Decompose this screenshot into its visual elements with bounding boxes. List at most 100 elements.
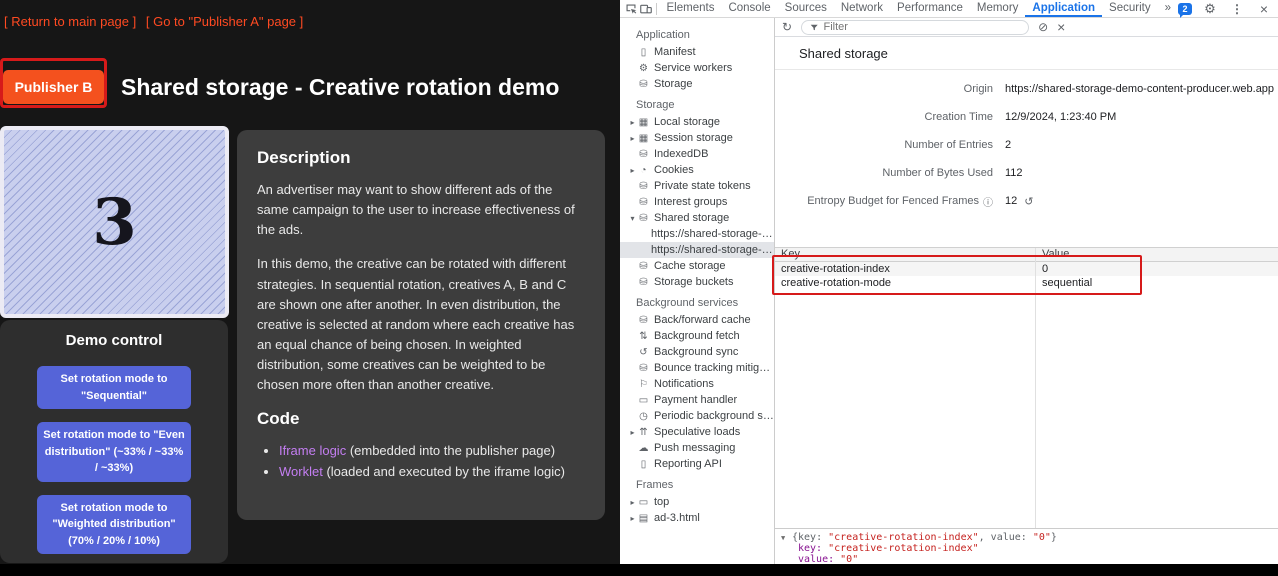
- tab-memory[interactable]: Memory: [970, 0, 1026, 17]
- application-sidebar: Application Manifest Service workers Sto…: [620, 18, 775, 564]
- info-icon: [983, 194, 993, 209]
- worklet-link[interactable]: Worklet: [279, 464, 323, 479]
- sidebar-item-background-fetch[interactable]: Background fetch: [620, 328, 774, 344]
- sidebar-item-reporting-api[interactable]: Reporting API: [620, 456, 774, 472]
- set-weighted-distribution-button[interactable]: Set rotation mode to "Weighted distribut…: [37, 495, 191, 555]
- meta-row-entries: Number of Entries 2: [775, 131, 1278, 159]
- sidebar-item-storage-buckets[interactable]: Storage buckets: [620, 274, 774, 290]
- table-icon: [637, 117, 650, 128]
- sidebar-item-frame-ad3[interactable]: ad-3.html: [620, 510, 774, 526]
- preview-prop-value: value: "0": [781, 554, 1278, 564]
- issues-counter-icon[interactable]: 2: [1178, 3, 1192, 15]
- sidebar-item-frame-top[interactable]: top: [620, 494, 774, 510]
- database-icon: [637, 363, 650, 374]
- table-row-rotation-mode[interactable]: creative-rotation-mode sequential: [775, 276, 1278, 290]
- close-devtools-icon[interactable]: [1255, 1, 1273, 17]
- sidebar-item-back-forward-cache[interactable]: Back/forward cache: [620, 312, 774, 328]
- list-item: Iframe logic (embedded into the publishe…: [279, 441, 585, 462]
- chevron-right-icon[interactable]: [628, 498, 637, 507]
- column-header-value[interactable]: Value: [1035, 248, 1278, 261]
- sidebar-item-storage[interactable]: Storage: [620, 76, 774, 92]
- refresh-icon[interactable]: [782, 20, 792, 34]
- tab-application[interactable]: Application: [1025, 0, 1102, 17]
- frame-icon: [637, 497, 650, 508]
- database-icon: [637, 149, 650, 160]
- sidebar-item-local-storage[interactable]: Local storage: [620, 114, 774, 130]
- sidebar-item-cache-storage[interactable]: Cache storage: [620, 258, 774, 274]
- set-even-distribution-button[interactable]: Set rotation mode to "Even distribution"…: [37, 422, 191, 482]
- panel-toolbar: [775, 18, 1278, 37]
- tab-performance[interactable]: Performance: [890, 0, 970, 17]
- settings-gear-icon[interactable]: [1201, 1, 1219, 17]
- storage-data-grid: Key Value creative-rotation-index 0 crea…: [775, 247, 1278, 528]
- delete-selected-icon[interactable]: [1057, 19, 1065, 35]
- column-divider[interactable]: [1035, 248, 1036, 528]
- page-title: Shared storage - Creative rotation demo: [121, 74, 559, 101]
- sidebar-item-cookies[interactable]: Cookies: [620, 162, 774, 178]
- filter-input[interactable]: [823, 21, 1020, 33]
- code-list: Iframe logic (embedded into the publishe…: [279, 441, 585, 483]
- chevron-right-icon[interactable]: [628, 514, 637, 523]
- publisher-page: [ Return to main page ] [ Go to "Publish…: [0, 0, 620, 576]
- tab-security[interactable]: Security: [1102, 0, 1158, 17]
- clear-icon[interactable]: [1038, 20, 1048, 34]
- cell-value: sequential: [1035, 276, 1278, 290]
- set-sequential-button[interactable]: Set rotation mode to "Sequential": [37, 366, 191, 409]
- sidebar-item-interest-groups[interactable]: Interest groups: [620, 194, 774, 210]
- meta-row-creation-time: Creation Time 12/9/2024, 1:23:40 PM: [775, 103, 1278, 131]
- up-arrows-icon: [637, 427, 650, 438]
- reset-budget-icon[interactable]: [1024, 195, 1033, 208]
- database-icon: [637, 79, 650, 90]
- tab-network[interactable]: Network: [834, 0, 890, 17]
- tab-console[interactable]: Console: [721, 0, 777, 17]
- sidebar-item-service-workers[interactable]: Service workers: [620, 60, 774, 76]
- sidebar-item-shared-storage[interactable]: Shared storage: [620, 210, 774, 226]
- publisher-a-page-link[interactable]: [ Go to "Publisher A" page ]: [146, 14, 303, 29]
- sidebar-section-frames: Frames: [620, 472, 774, 494]
- sidebar-item-push-messaging[interactable]: Push messaging: [620, 440, 774, 456]
- sidebar-item-indexeddb[interactable]: IndexedDB: [620, 146, 774, 162]
- chevron-right-icon[interactable]: [628, 118, 637, 127]
- sidebar-item-session-storage[interactable]: Session storage: [620, 130, 774, 146]
- sidebar-item-shared-storage-origin-1[interactable]: https://shared-storage-d…: [620, 226, 774, 242]
- description-heading: Description: [257, 148, 585, 168]
- sidebar-item-private-state-tokens[interactable]: Private state tokens: [620, 178, 774, 194]
- funnel-icon: [810, 23, 818, 32]
- sidebar-item-bounce-tracking[interactable]: Bounce tracking mitiga…: [620, 360, 774, 376]
- entry-preview-pane: {key: "creative-rotation-index", value: …: [775, 528, 1278, 564]
- expand-arrow-icon[interactable]: [781, 533, 792, 544]
- sidebar-item-payment-handler[interactable]: Payment handler: [620, 392, 774, 408]
- code-heading: Code: [257, 409, 585, 429]
- kebab-menu-icon[interactable]: [1228, 1, 1246, 17]
- tab-sources[interactable]: Sources: [778, 0, 834, 17]
- publisher-b-button[interactable]: Publisher B: [3, 70, 105, 104]
- preview-prop-key: key: "creative-rotation-index": [781, 543, 1278, 554]
- publisher-button-slot: Publisher B: [0, 62, 107, 112]
- sidebar-item-manifest[interactable]: Manifest: [620, 44, 774, 60]
- more-tabs-button[interactable]: [1158, 0, 1178, 17]
- chevron-right-icon[interactable]: [628, 428, 637, 437]
- bullet-rest: (loaded and executed by the iframe logic…: [323, 464, 565, 479]
- tab-elements[interactable]: Elements: [660, 0, 722, 17]
- device-toolbar-icon[interactable]: [638, 1, 652, 17]
- inspect-element-icon[interactable]: [624, 1, 638, 17]
- chevron-down-icon[interactable]: [628, 214, 637, 223]
- panel-heading: Shared storage: [775, 37, 1278, 70]
- devtools-body: Application Manifest Service workers Sto…: [620, 18, 1278, 564]
- sidebar-item-background-sync[interactable]: Background sync: [620, 344, 774, 360]
- devtools-window: Elements Console Sources Network Perform…: [620, 0, 1278, 564]
- chevron-right-icon[interactable]: [628, 134, 637, 143]
- iframe-logic-link[interactable]: Iframe logic: [279, 443, 346, 458]
- table-row-rotation-index[interactable]: creative-rotation-index 0: [775, 262, 1278, 276]
- ad-creative-frame[interactable]: 3: [0, 126, 229, 318]
- chevron-right-icon[interactable]: [628, 166, 637, 175]
- description-panel: Description An advertiser may want to sh…: [237, 130, 605, 520]
- sidebar-item-periodic-background-sync[interactable]: Periodic background s…: [620, 408, 774, 424]
- column-header-key[interactable]: Key: [775, 248, 1035, 261]
- screen: [ Return to main page ] [ Go to "Publish…: [0, 0, 1278, 576]
- sidebar-item-speculative-loads[interactable]: Speculative loads: [620, 424, 774, 440]
- list-item: Worklet (loaded and executed by the ifra…: [279, 462, 585, 483]
- return-main-page-link[interactable]: [ Return to main page ]: [4, 14, 136, 29]
- sidebar-item-notifications[interactable]: Notifications: [620, 376, 774, 392]
- sidebar-item-shared-storage-origin-2[interactable]: https://shared-storage-d…: [620, 242, 774, 258]
